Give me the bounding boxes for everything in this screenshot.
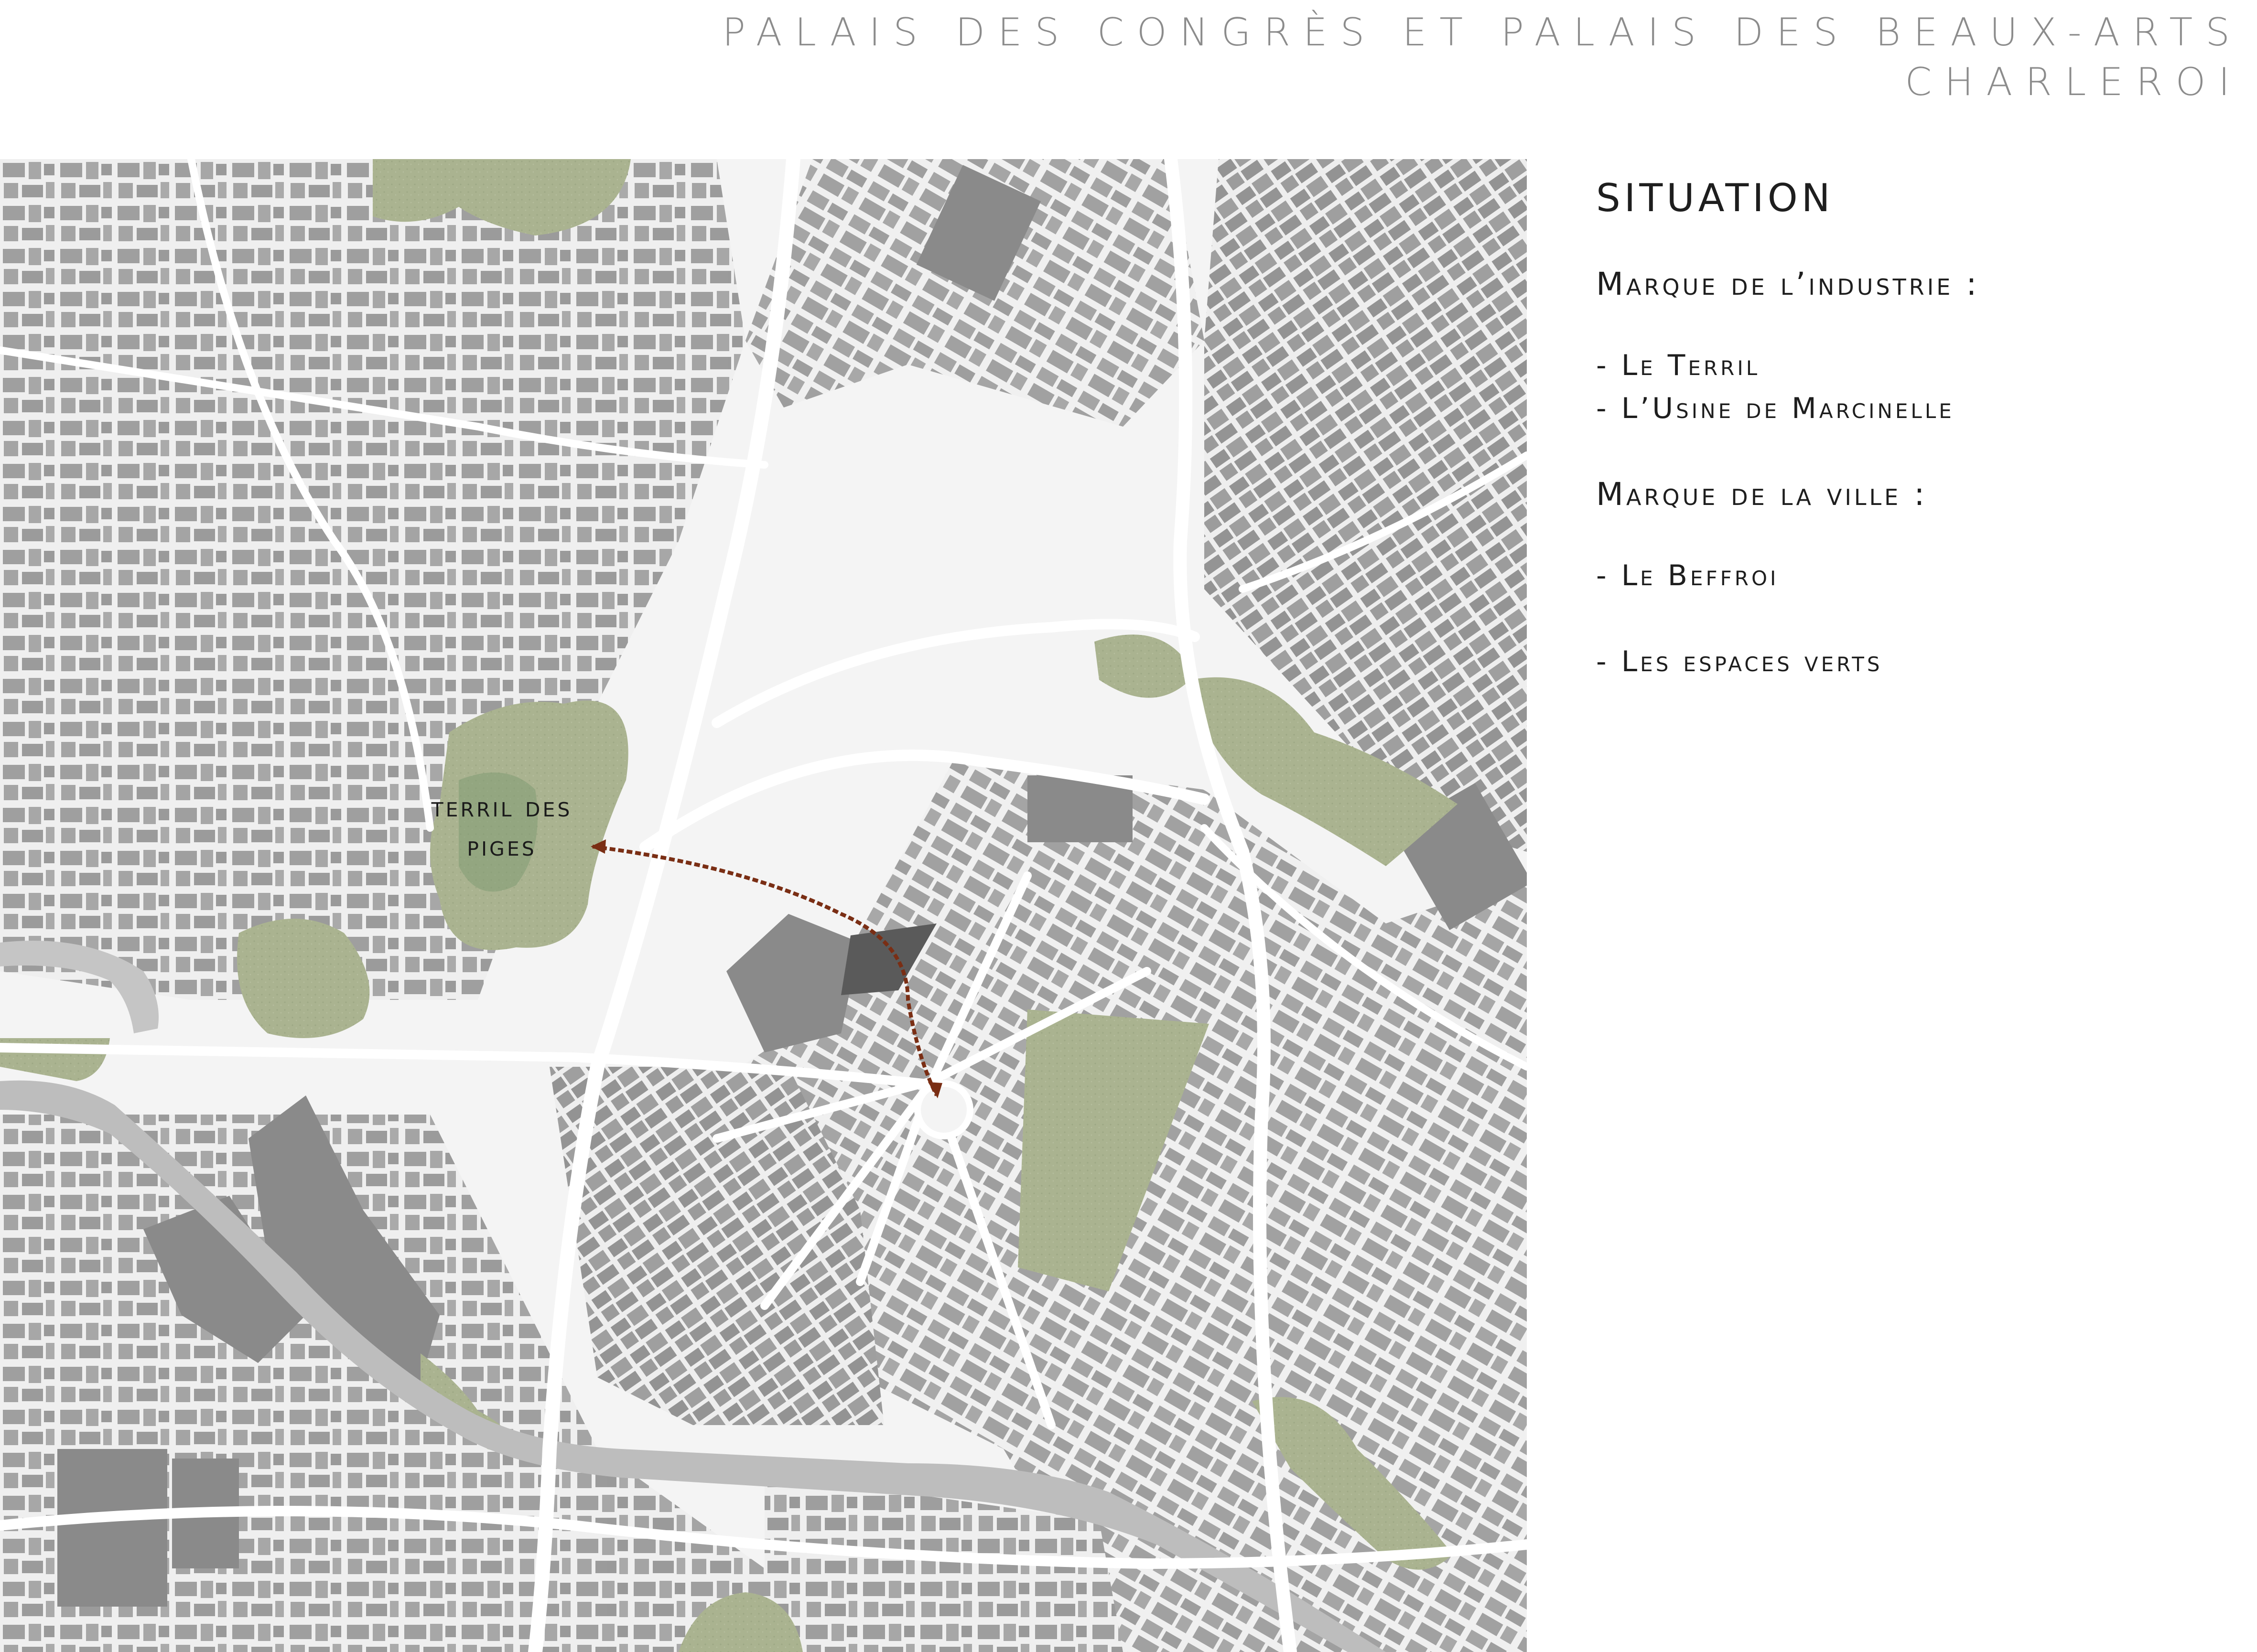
page-title-block: PALAIS DES CONGRÈS ET PALAIS DES BEAUX-A… xyxy=(723,9,2243,106)
legend-item-espaces-verts: - Les espaces verts xyxy=(1596,645,1883,678)
site-map[interactable]: terril des piges xyxy=(0,159,1527,1652)
terril-des-piges-label: terril des piges xyxy=(416,787,588,866)
legend-heading: SITUATION xyxy=(1596,176,1834,220)
legend-item-usine: - L’Usine de Marcinelle xyxy=(1596,392,1955,425)
legend-section-city: Marque de la ville : xyxy=(1596,476,1928,513)
situation-legend: SITUATION Marque de l’industrie : - Le T… xyxy=(1596,172,2236,683)
legend-item-beffroi: - Le Beffroi xyxy=(1596,559,1779,592)
legend-section-industry: Marque de l’industrie : xyxy=(1596,266,1980,302)
place-charles-ii xyxy=(914,1080,973,1139)
terril-label-line1: terril des xyxy=(431,791,572,823)
page-subtitle-city: CHARLEROI xyxy=(1905,60,2243,104)
legend-item-terril: - Le Terril xyxy=(1596,349,1760,382)
site-map-canvas xyxy=(0,159,1527,1652)
page-title: PALAIS DES CONGRÈS ET PALAIS DES BEAUX-A… xyxy=(722,10,2243,54)
terril-label-line2: piges xyxy=(467,830,537,862)
